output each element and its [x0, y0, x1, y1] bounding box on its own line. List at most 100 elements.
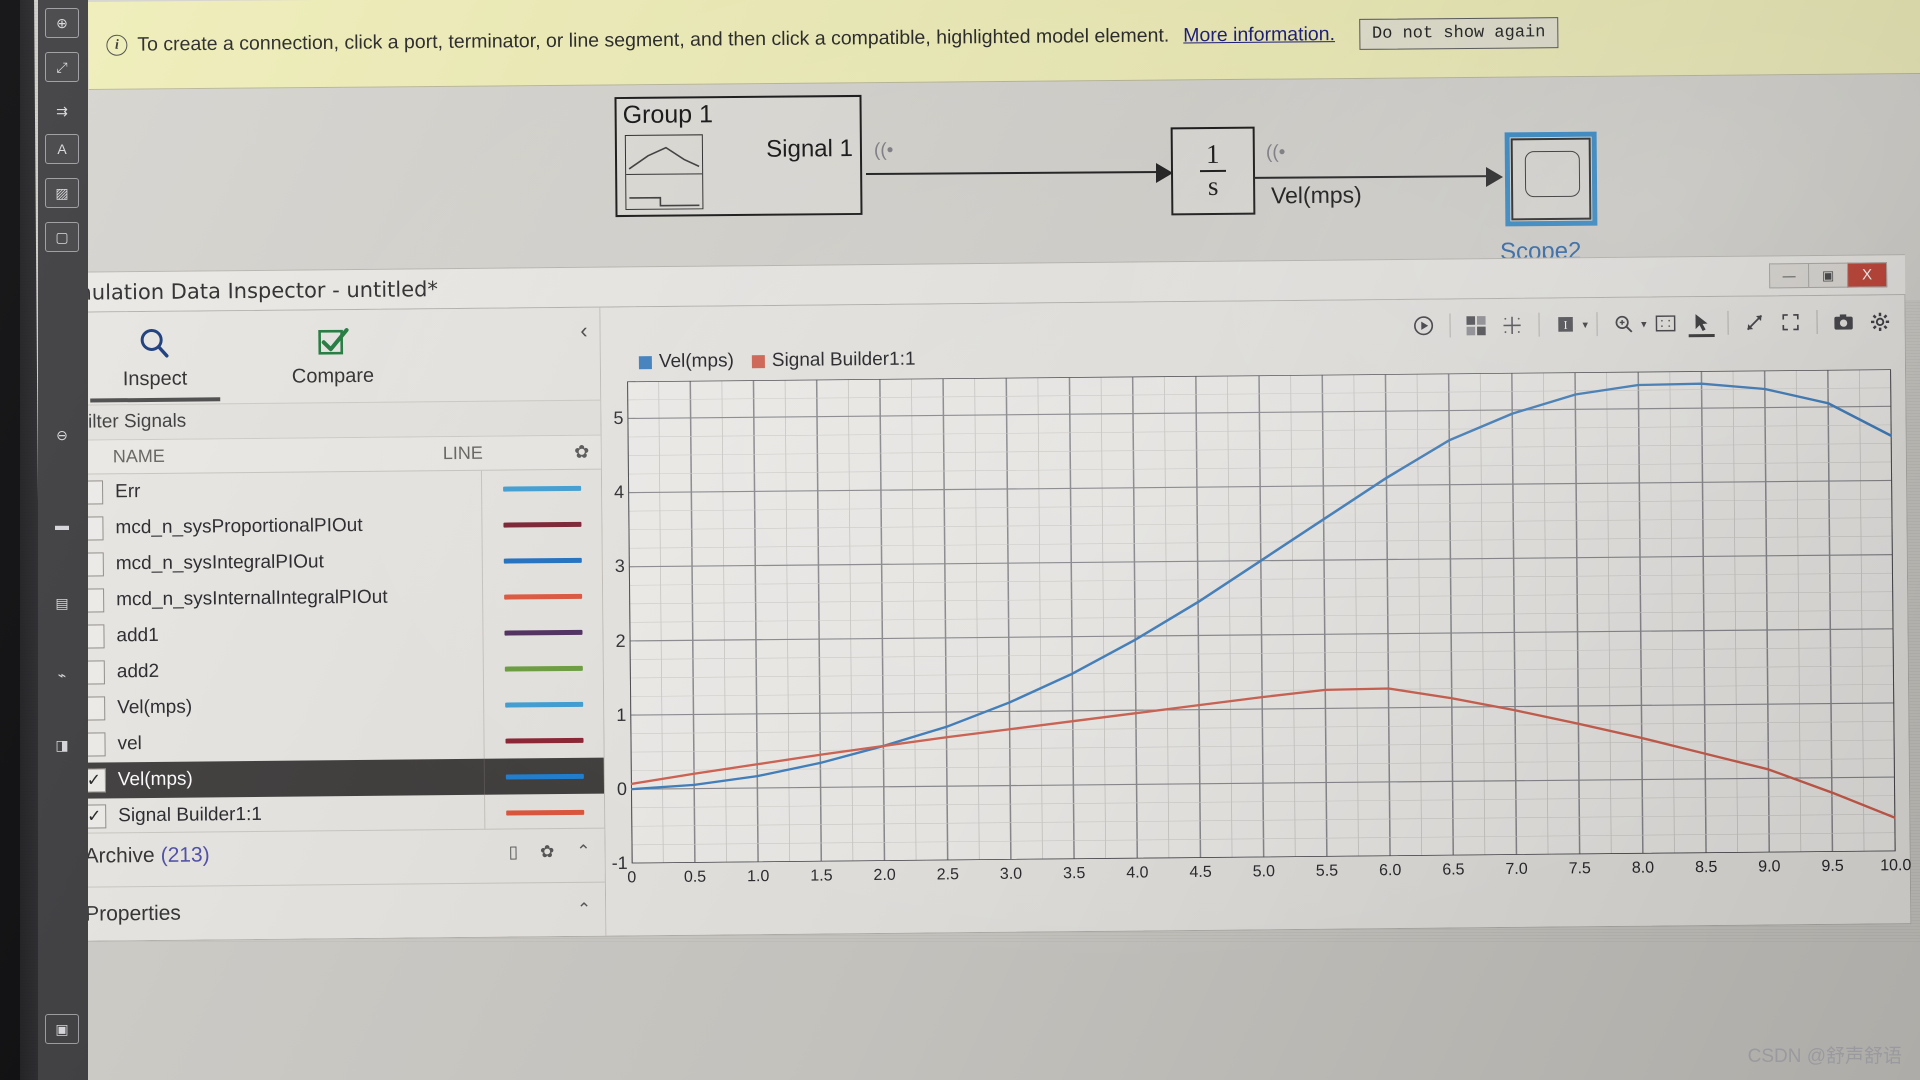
zoom-fit-icon[interactable]: ⊕: [45, 8, 79, 38]
snapshot-button[interactable]: [1826, 306, 1860, 338]
scope-block[interactable]: [1504, 131, 1598, 227]
x-axis-tick: 0.5: [683, 868, 707, 886]
library-icon[interactable]: ▤: [45, 588, 79, 618]
signal-row[interactable]: Vel(mps): [69, 685, 604, 727]
signal-row[interactable]: ✓ Vel(mps): [69, 757, 605, 799]
svg-text:I: I: [1563, 318, 1567, 332]
notification-message: To create a connection, click a port, te…: [137, 24, 1170, 56]
signal-color-swatch: [504, 737, 584, 744]
signal-line-style[interactable]: [481, 541, 602, 579]
fit-screen-icon[interactable]: ⤢: [45, 52, 79, 82]
signal-table-header: NAME LINE ✿: [66, 435, 601, 475]
integrator-block[interactable]: 1 s: [1170, 126, 1256, 216]
forward-arrow-icon[interactable]: ⇉: [45, 96, 79, 126]
x-axis-tick: 5.5: [1315, 862, 1339, 880]
signal-row[interactable]: mcd_n_sysIntegralPIOut: [68, 541, 602, 583]
legend-item[interactable]: Signal Builder1:1: [751, 349, 916, 373]
signal-row[interactable]: vel: [69, 721, 604, 763]
chevron-left-icon[interactable]: ‹: [580, 318, 588, 344]
sdi-left-pane: Inspect Compare ‹ Filter Signals NAME LI…: [65, 307, 607, 941]
zoom-dropdown-caret-icon[interactable]: ▾: [1641, 317, 1647, 330]
fit-to-view-button[interactable]: [1648, 307, 1682, 339]
signal-row[interactable]: mcd_n_sysInternalIntegralPIOut: [68, 577, 603, 619]
x-axis-tick: 9.0: [1758, 858, 1781, 876]
more-information-link[interactable]: More information.: [1183, 23, 1335, 47]
x-axis-tick: 8.5: [1694, 858, 1718, 877]
signal-row[interactable]: mcd_n_sysProportionalPIOut: [67, 505, 602, 547]
tab-inspect[interactable]: Inspect: [65, 311, 244, 405]
signal-line-style[interactable]: [484, 793, 605, 831]
chart-canvas: [626, 368, 1897, 865]
signal-line-style[interactable]: [483, 721, 604, 759]
signal-line-style[interactable]: [482, 649, 603, 687]
block-icon[interactable]: ▬: [45, 510, 79, 540]
signal-row[interactable]: Err: [67, 469, 602, 511]
search-icon: [140, 328, 169, 358]
close-button[interactable]: X: [1846, 262, 1888, 288]
watermark: CSDN @舒声舒语: [1747, 1046, 1902, 1067]
column-header-line: LINE: [442, 442, 483, 464]
run-replay-button[interactable]: [1406, 310, 1440, 342]
signal-name: Err: [115, 481, 141, 503]
annotation-icon[interactable]: A: [45, 134, 79, 164]
chart-icon[interactable]: ◨: [45, 730, 79, 760]
signal-name: mcd_n_sysInternalIntegralPIOut: [116, 586, 388, 611]
archive-section[interactable]: Archive (213) ▯ ✿ ⌃: [70, 827, 605, 879]
signal-row[interactable]: add1: [68, 613, 603, 655]
subplot-layout-button[interactable]: [1459, 309, 1493, 341]
signal-color-swatch: [503, 629, 583, 636]
pointer-tool-button[interactable]: [1684, 307, 1718, 339]
minus-icon[interactable]: ⊖: [45, 420, 79, 450]
pan-resize-button[interactable]: [1737, 306, 1771, 338]
signal-line-style[interactable]: [481, 577, 603, 615]
legend-item[interactable]: Vel(mps): [638, 350, 734, 373]
x-axis-tick: 5.0: [1252, 863, 1276, 881]
cursor-dropdown-caret-icon[interactable]: ▾: [1582, 318, 1588, 331]
properties-section[interactable]: Properties ⌃: [70, 881, 606, 941]
camera-rail-icon[interactable]: ▣: [45, 1014, 79, 1044]
fullscreen-button[interactable]: [1773, 306, 1807, 338]
notification-bar: i To create a connection, click a port, …: [88, 0, 1920, 90]
signal-line-style[interactable]: [483, 757, 605, 795]
settings-button[interactable]: [1862, 305, 1896, 337]
scope-display-icon: [1524, 150, 1581, 198]
box-icon[interactable]: ▢: [45, 222, 79, 252]
image-icon[interactable]: ▨: [45, 178, 79, 208]
maximize-button[interactable]: ▣: [1807, 262, 1849, 289]
integrator-port-wireless-icon: ((•: [1265, 141, 1286, 164]
branch-icon[interactable]: ⌁: [45, 660, 79, 690]
archive-gear-icon[interactable]: ✿: [540, 842, 554, 862]
signal-color-swatch: [505, 809, 584, 816]
signal-line-style[interactable]: [480, 469, 602, 507]
minimize-button[interactable]: —: [1768, 263, 1810, 289]
signal-name: mcd_n_sysProportionalPIOut: [115, 514, 363, 539]
signal-name: mcd_n_sysIntegralPIOut: [115, 551, 324, 575]
tab-compare[interactable]: Compare: [243, 309, 422, 403]
signal-name: add1: [116, 624, 159, 647]
y-axis-tick: 0: [616, 778, 628, 799]
zoom-button[interactable]: [1607, 308, 1641, 340]
signal-color-swatch: [505, 773, 584, 780]
archive-chevron-up-icon[interactable]: ⌃: [576, 841, 590, 861]
signal-wire-2[interactable]: [1253, 175, 1495, 179]
monitor-bezel-edge: [0, 0, 20, 1080]
signal-name: Signal Builder1:1: [118, 803, 262, 827]
signal-line-style[interactable]: [482, 613, 603, 651]
x-axis-tick: 2.5: [936, 866, 960, 884]
signal-builder-group-title: Group 1: [622, 100, 714, 130]
sdi-tabs: Inspect Compare ‹: [65, 308, 600, 405]
canvas-bottom-area: [88, 942, 1920, 1080]
filter-signals-input[interactable]: Filter Signals: [66, 399, 601, 441]
do-not-show-again-button[interactable]: Do not show again: [1358, 17, 1559, 50]
signal-wire-1[interactable]: [865, 170, 1167, 175]
signal-line-style[interactable]: [481, 505, 602, 543]
grid-layout-button[interactable]: [1495, 309, 1529, 341]
trash-icon[interactable]: ▯: [509, 842, 519, 862]
chart-plot-area[interactable]: -1 0 1 2 3 4 5 0 0.5 1.0 1.5 2.0 2.5 3.0 3.5 4.0 4.5 5.0…: [612, 368, 1911, 886]
cursor-data-button[interactable]: I: [1548, 308, 1582, 340]
x-axis-tick: 6.5: [1442, 861, 1465, 879]
properties-chevron-up-icon[interactable]: ⌃: [577, 899, 591, 919]
signal-line-style[interactable]: [483, 685, 604, 723]
signal-row[interactable]: add2: [69, 649, 603, 691]
signal-builder-block[interactable]: Group 1 Signal 1: [614, 94, 863, 218]
